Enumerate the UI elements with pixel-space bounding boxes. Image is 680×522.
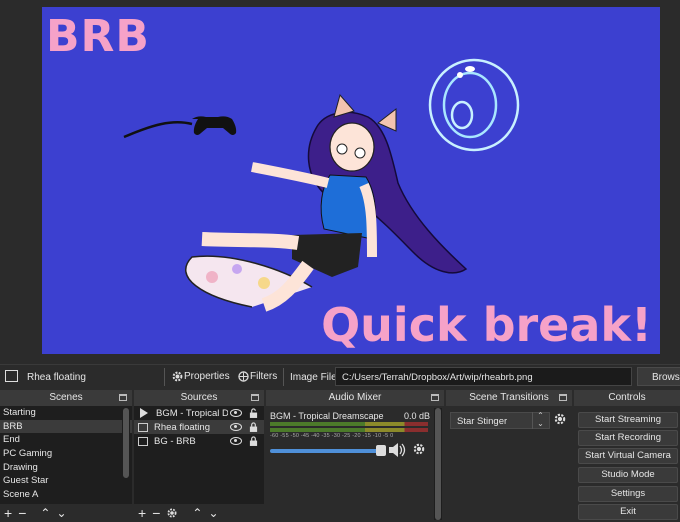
visibility-eye-icon[interactable] [230,437,242,445]
image-icon [138,422,148,432]
scene-item[interactable]: Guest Star [0,474,132,488]
mixer-channel-name: BGM - Tropical Dreamscape [270,411,384,421]
gear-icon[interactable] [553,412,567,426]
volume-slider[interactable] [270,449,382,453]
start-virtual-camera-button[interactable]: Start Virtual Camera [578,448,678,464]
meter-ticks: -60 -55 -50 -45 -40 -35 -30 -25 -20 -15 … [270,433,394,439]
scrollbar-thumb[interactable] [123,408,129,478]
lock-icon[interactable] [249,436,258,446]
remove-source-icon[interactable]: − [152,505,160,521]
filter-icon [238,371,249,382]
scene-item[interactable]: Scene A [0,488,132,502]
scenes-dock-header: Scenes [0,390,132,406]
scene-item[interactable]: Drawing [0,461,132,475]
volume-meter [270,422,428,426]
visibility-eye-icon[interactable] [230,423,242,431]
scene-item[interactable]: PC Gaming [0,447,132,461]
source-item[interactable]: BGM - Tropical Dre [134,406,264,420]
gear-icon[interactable] [166,507,178,519]
scene-item[interactable]: BRB [0,419,132,434]
exit-button[interactable]: Exit [578,504,678,520]
undock-icon[interactable] [119,394,127,401]
source-name: BG - BRB [154,435,196,447]
controls-dock: Controls Start Streaming Start Recording… [574,390,680,522]
sources-list: BGM - Tropical Dre Rhea floating BG - BR… [134,406,264,504]
source-toolbar: Rhea floating Properties Filters Image F… [0,364,680,388]
divider [164,368,165,386]
image-file-label: Image File [290,372,337,383]
scenes-dock-title: Scenes [49,392,83,403]
undock-icon[interactable] [251,394,259,401]
mixer-dock-header: Audio Mixer [266,390,444,406]
chevron-down-icon[interactable]: ⌄ [533,420,548,428]
sources-dock-title: Sources [180,392,218,403]
volume-slider-handle[interactable] [376,445,386,456]
source-name: Rhea floating [154,421,210,433]
move-down-icon[interactable]: ⌄ [56,506,66,520]
scrollbar-thumb[interactable] [435,408,441,520]
transitions-dock-title: Scene Transitions [469,392,549,403]
scenes-footer: + − ⌃ ⌄ [0,504,132,522]
scenes-list: Starting BRB End PC Gaming Drawing Guest… [0,406,132,504]
controls-dock-header: Controls [574,390,680,406]
play-icon [140,408,148,418]
sources-footer: + − ⌃ ⌄ [134,504,264,522]
filters-button[interactable]: Filters [237,370,277,383]
image-icon [138,436,148,446]
transition-spinner[interactable]: ⌃ ⌄ [532,412,548,429]
game-controller-icon [192,116,237,135]
scene-item[interactable]: End [0,433,132,447]
properties-label: Properties [184,371,230,382]
unlock-icon[interactable] [249,408,258,418]
remove-scene-icon[interactable]: − [18,505,26,521]
properties-button[interactable]: Properties [171,370,230,383]
preview-canvas[interactable]: BRB Quick break! [42,7,660,354]
settings-button[interactable]: Settings [578,486,678,502]
image-source-icon [5,370,18,382]
bubble-graphic [428,58,520,152]
add-source-icon[interactable]: + [138,505,146,521]
divider [283,368,284,386]
filters-label: Filters [250,371,278,382]
gear-icon [172,371,183,382]
gear-icon[interactable] [412,442,426,456]
scene-item[interactable]: Starting [0,406,132,420]
scenes-dock: Scenes Starting BRB End PC Gaming Drawin… [0,390,132,522]
source-item[interactable]: Rhea floating [134,420,264,434]
start-recording-button[interactable]: Start Recording [578,430,678,446]
move-up-icon[interactable]: ⌃ [192,506,202,520]
scene-transitions-dock: Scene Transitions Star Stinger ⌃ ⌄ [446,390,572,522]
move-up-icon[interactable]: ⌃ [40,506,50,520]
source-item[interactable]: BG - BRB [134,434,264,448]
speaker-icon[interactable] [388,442,406,458]
mixer-dock-title: Audio Mixer [328,392,382,403]
undock-icon[interactable] [431,394,439,401]
preview-area: BRB Quick break! [0,0,680,360]
studio-mode-button[interactable]: Studio Mode [578,467,678,483]
undock-icon[interactable] [559,394,567,401]
selected-source-name: Rhea floating [27,372,86,383]
source-name: BGM - Tropical Dre [156,407,228,419]
start-streaming-button[interactable]: Start Streaming [578,412,678,428]
quick-break-caption: Quick break! [321,298,652,352]
scenes-scrollbar[interactable] [122,408,130,502]
lock-icon[interactable] [249,422,258,432]
mixer-level-readout: 0.0 dB [403,411,430,421]
move-down-icon[interactable]: ⌄ [208,506,218,520]
add-scene-icon[interactable]: + [4,505,12,521]
mixer-scrollbar[interactable] [434,408,442,520]
controls-dock-title: Controls [608,392,646,403]
transitions-dock-header: Scene Transitions [446,390,572,406]
brb-title: BRB [46,11,150,62]
sources-dock-header: Sources [134,390,264,406]
image-file-path-field[interactable]: C:/Users/Terrah/Dropbox/Art/wip/rheabrb.… [335,367,632,386]
volume-meter [270,428,428,432]
visibility-eye-icon[interactable] [230,409,242,417]
browse-button[interactable]: Browse [637,367,680,386]
audio-mixer-dock: Audio Mixer BGM - Tropical Dreamscape 0.… [266,390,444,522]
sources-dock: Sources BGM - Tropical Dre Rhea floating… [134,390,264,522]
